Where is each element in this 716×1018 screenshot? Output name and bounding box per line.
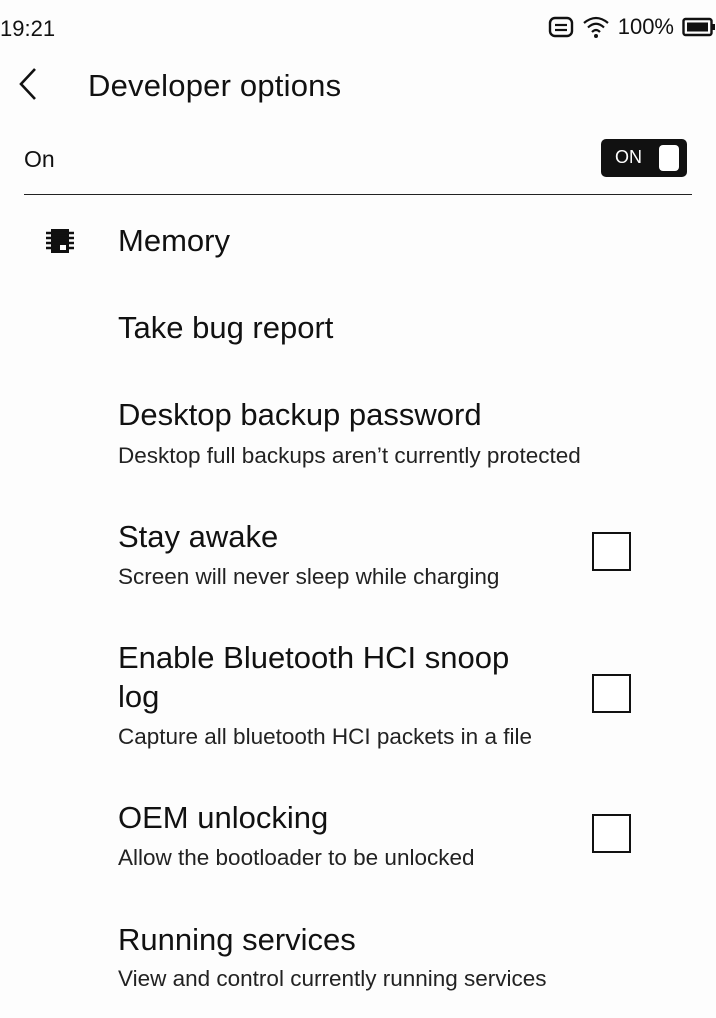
item-summary: Allow the bootloader to be unlocked [118,845,475,870]
list-item-desktop-backup-password[interactable]: Desktop backup password Desktop full bac… [0,380,716,480]
item-summary: Capture all bluetooth HCI packets in a f… [118,724,532,749]
stay-awake-checkbox[interactable] [592,532,631,571]
oem-unlocking-checkbox[interactable] [592,814,631,853]
item-title: Stay awake [118,519,279,554]
wifi-icon [582,15,610,39]
item-title: Running services [118,922,356,957]
list-item-oem-unlocking[interactable]: OEM unlocking Allow the bootloader to be… [0,780,716,880]
item-title-line2: log [118,679,160,714]
master-switch-row[interactable]: On ON [0,128,716,196]
chevron-left-icon [17,66,39,107]
app-bar: Developer options [0,58,716,120]
bluetooth-hci-snoop-checkbox[interactable] [592,674,631,713]
item-title-line1: Enable Bluetooth HCI snoop [118,640,510,675]
back-button[interactable] [8,62,48,110]
page-title: Developer options [88,68,342,103]
toggle-state-label: ON [615,147,642,167]
item-summary: View and control currently running servi… [118,966,547,991]
list-item-bluetooth-hci-snoop-log[interactable]: Enable Bluetooth HCI snoop log Capture a… [0,620,716,760]
list-item-take-bug-report[interactable]: Take bug report [0,292,716,368]
item-title: Desktop backup password [118,397,482,432]
item-summary: Screen will never sleep while charging [118,564,500,589]
toggle-knob [659,145,679,171]
master-switch-label: On [24,146,55,172]
item-title: OEM unlocking [118,800,329,835]
list-item-memory[interactable]: Memory [0,205,716,281]
item-title: Take bug report [118,310,334,345]
list-item-running-services[interactable]: Running services View and control curren… [0,902,716,1002]
battery-icon [682,17,716,37]
status-icons: 100% [548,14,716,40]
message-icon [548,16,574,38]
status-time: 19:21 [0,16,56,41]
item-summary: Desktop full backups aren’t currently pr… [118,443,581,468]
master-toggle-switch[interactable]: ON [601,139,687,177]
battery-percent: 100% [617,14,674,39]
list-item-stay-awake[interactable]: Stay awake Screen will never sleep while… [0,500,716,600]
divider [24,194,692,195]
memory-chip-icon [44,227,76,255]
status-bar: 19:21 100% [0,0,716,58]
item-title: Memory [118,223,230,258]
